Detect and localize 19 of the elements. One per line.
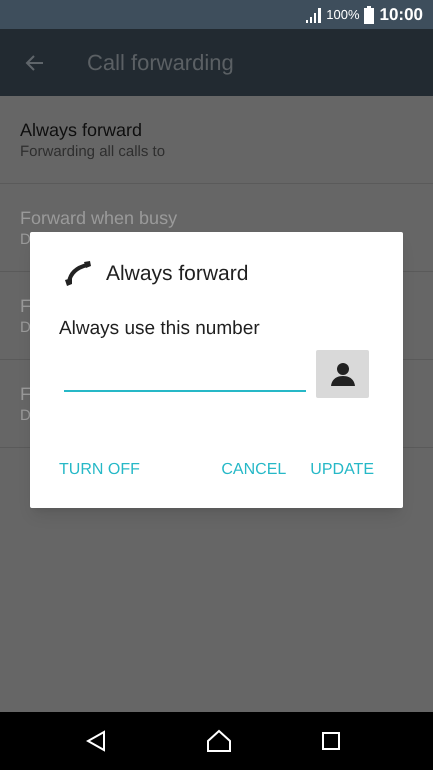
recents-icon[interactable] [322,732,340,750]
contact-picker-button[interactable] [316,350,369,398]
setting-title: Always forward [20,118,142,142]
signal-icon [305,6,322,22]
dialog-button[interactable]: CANCEL [209,452,298,488]
battery-icon [364,6,374,24]
home-icon[interactable] [206,729,232,753]
field-label: Always use this number [59,316,260,340]
person-icon [330,360,356,386]
dialog-button[interactable]: UPDATE [298,452,386,488]
dialog-button[interactable]: TURN OFF [47,452,152,488]
clock: 10:00 [380,4,423,26]
back-icon[interactable] [86,730,106,752]
settings-row[interactable]: Always forward Forwarding all calls to [0,96,433,184]
battery-percent: 100% [326,6,360,24]
phone-icon [64,260,92,288]
back-arrow-icon[interactable] [24,54,44,72]
app-bar-title: Call forwarding [87,49,234,77]
setting-subtitle: Forwarding all calls to [20,142,166,162]
